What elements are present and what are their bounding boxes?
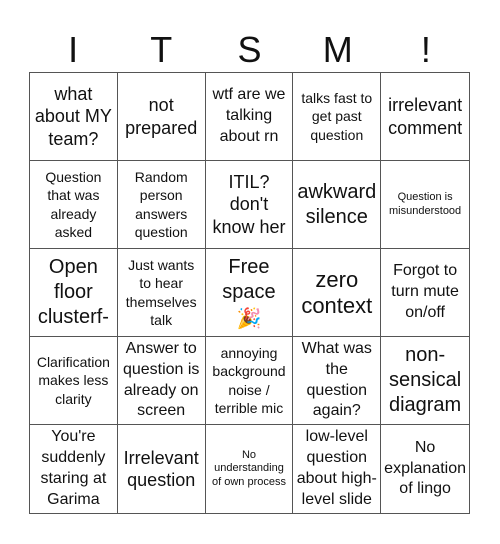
- bingo-cell[interactable]: What was the question again?: [293, 337, 382, 425]
- cell-text: What was the question again?: [301, 339, 372, 420]
- bingo-cell[interactable]: ITIL? don't know her: [205, 161, 294, 249]
- bingo-cell[interactable]: Open floor clusterf-: [30, 249, 118, 337]
- cell-text: No explanation of lingo: [384, 438, 467, 498]
- party-popper-icon: 🎉: [236, 307, 262, 330]
- bingo-board: what about MY team? not prepared wtf are…: [29, 72, 470, 514]
- bingo-cell[interactable]: Question is misunderstood: [381, 161, 469, 249]
- bingo-cell[interactable]: Question that was already asked: [30, 161, 118, 249]
- bingo-cell[interactable]: No understanding of own process: [206, 425, 294, 513]
- cell-text: talks fast to get past question: [301, 90, 373, 143]
- cell-text: non-sensical diagram: [388, 344, 462, 416]
- bingo-cell[interactable]: talks fast to get past question: [293, 73, 382, 161]
- free-space-content: Free space 🎉: [209, 255, 290, 331]
- bingo-header: I T S M !: [29, 28, 470, 72]
- bingo-cell[interactable]: You're suddenly staring at Garima: [30, 425, 118, 513]
- cell-text: wtf are we talking about rn: [212, 86, 286, 145]
- cell-text: awkward silence: [297, 180, 377, 228]
- bingo-cell[interactable]: Just wants to hear themselves talk: [117, 249, 206, 337]
- header-letter-2: T: [150, 29, 173, 70]
- bingo-cell[interactable]: wtf are we talking about rn: [205, 73, 294, 161]
- bingo-cell[interactable]: Random person answers question: [117, 161, 206, 249]
- bingo-cell[interactable]: zero context: [293, 249, 382, 337]
- bingo-cell[interactable]: No explanation of lingo: [381, 425, 469, 513]
- cell-text: Forgot to turn mute on/off: [391, 262, 459, 321]
- free-space-label: Free space: [222, 255, 276, 303]
- bingo-cell[interactable]: non-sensical diagram: [381, 337, 469, 425]
- cell-text: Question is misunderstood: [389, 191, 462, 217]
- bingo-cell[interactable]: Irrelevant question: [118, 425, 206, 513]
- cell-text: irrelevant comment: [388, 95, 463, 138]
- header-letter-3: S: [237, 29, 262, 70]
- cell-text: No understanding of own process: [212, 449, 286, 488]
- bingo-cell[interactable]: low-level question about high-level slid…: [293, 425, 382, 513]
- cell-text: Open floor clusterf-: [37, 256, 109, 328]
- header-letter-4: M: [322, 29, 353, 70]
- cell-text: Random person answers question: [134, 169, 188, 240]
- bingo-cell[interactable]: irrelevant comment: [381, 73, 469, 161]
- cell-text: not prepared: [125, 95, 198, 138]
- cell-text: low-level question about high-level slid…: [296, 428, 377, 508]
- bingo-cell[interactable]: awkward silence: [293, 161, 382, 249]
- cell-text: You're suddenly staring at Garima: [40, 428, 107, 508]
- bingo-cell[interactable]: not prepared: [117, 73, 206, 161]
- header-letter-5: !: [420, 29, 431, 70]
- cell-text: Question that was already asked: [45, 169, 102, 240]
- cell-text: ITIL? don't know her: [212, 171, 286, 237]
- bingo-cell[interactable]: Forgot to turn mute on/off: [381, 249, 469, 337]
- bingo-cell[interactable]: annoying background noise / terrible mic: [205, 337, 294, 425]
- header-letter-1: I: [68, 29, 79, 70]
- bingo-cell[interactable]: what about MY team?: [30, 73, 118, 161]
- cell-text: Clarification makes less clarity: [36, 354, 110, 407]
- cell-text: Answer to question is already on screen: [122, 339, 200, 420]
- bingo-cell[interactable]: Answer to question is already on screen: [117, 337, 206, 425]
- free-space-cell[interactable]: Free space 🎉: [205, 249, 294, 337]
- cell-text: zero context: [301, 267, 373, 318]
- cell-text: Irrelevant question: [123, 447, 199, 491]
- bingo-cell[interactable]: Clarification makes less clarity: [30, 337, 118, 425]
- cell-text: Just wants to hear themselves talk: [125, 257, 197, 328]
- cell-text: annoying background noise / terrible mic: [212, 345, 286, 416]
- cell-text: what about MY team?: [34, 83, 112, 149]
